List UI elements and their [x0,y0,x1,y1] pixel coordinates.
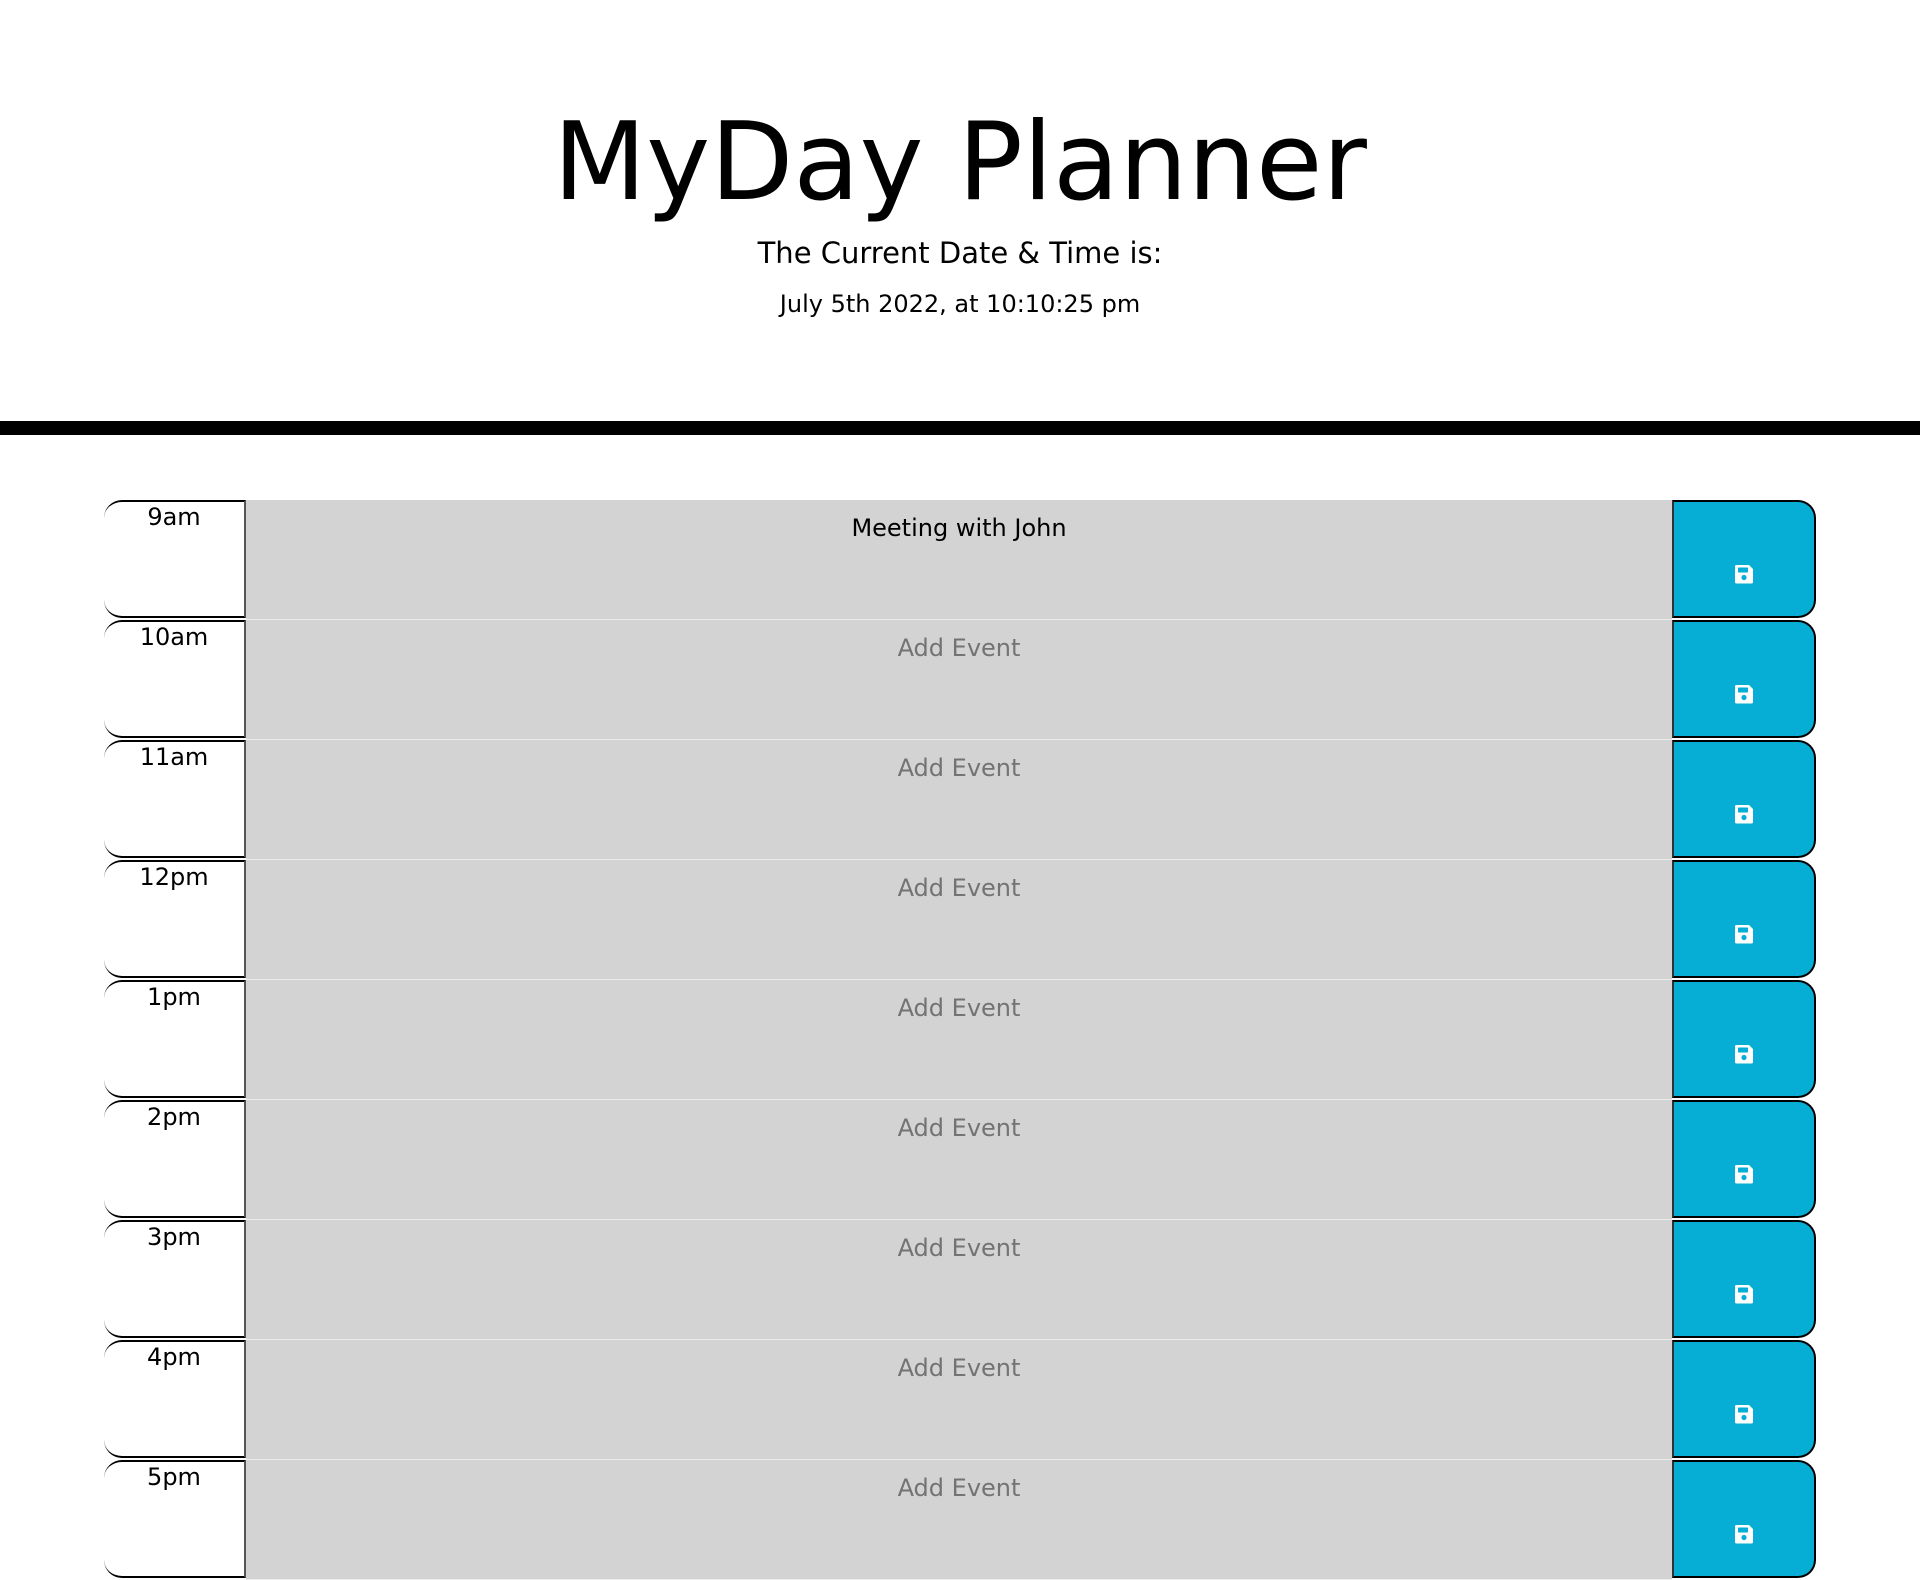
event-text: Meeting with John [851,514,1067,542]
hour-label: 9am [104,500,246,618]
save-button[interactable] [1672,1100,1816,1218]
event-placeholder: Add Event [897,1354,1021,1382]
hour-label: 3pm [104,1220,246,1338]
event-placeholder: Add Event [897,1114,1021,1142]
save-button[interactable] [1672,980,1816,1098]
current-datetime: July 5th 2022, at 10:10:25 pm [779,290,1141,318]
page-title: MyDay Planner [553,100,1367,225]
event-textarea[interactable]: Add Event [246,1100,1672,1220]
save-button[interactable] [1672,1220,1816,1338]
event-placeholder: Add Event [897,754,1021,782]
hour-label: 4pm [104,1340,246,1458]
datetime-label: The Current Date & Time is: [757,236,1163,270]
event-textarea[interactable]: Add Event [246,740,1672,860]
event-placeholder: Add Event [897,874,1021,902]
time-block-row: 3pm Add Event [104,1220,1816,1340]
save-icon [1735,685,1753,704]
hour-label: 1pm [104,980,246,1098]
save-button[interactable] [1672,500,1816,618]
save-icon [1735,805,1753,824]
save-icon [1735,1525,1753,1544]
event-textarea[interactable]: Add Event [246,1340,1672,1460]
event-placeholder: Add Event [897,1474,1021,1502]
header: MyDay Planner The Current Date & Time is… [0,0,1920,435]
time-block-row: 12pm Add Event [104,860,1816,980]
event-textarea[interactable]: Meeting with John [246,500,1672,620]
event-placeholder: Add Event [897,994,1021,1022]
time-block-row: 11am Add Event [104,740,1816,860]
hour-label: 12pm [104,860,246,978]
save-icon [1735,565,1753,584]
save-icon [1735,1405,1753,1424]
time-block-list: 9am Meeting with John 10am Add Event 11am Add… [104,500,1816,1580]
save-icon [1735,1285,1753,1304]
event-textarea[interactable]: Add Event [246,1460,1672,1580]
hour-label: 2pm [104,1100,246,1218]
time-block-row: 5pm Add Event [104,1460,1816,1580]
hour-label: 5pm [104,1460,246,1578]
save-button[interactable] [1672,1460,1816,1578]
hour-label: 10am [104,620,246,738]
event-textarea[interactable]: Add Event [246,1220,1672,1340]
event-placeholder: Add Event [897,1234,1021,1262]
time-block-row: 2pm Add Event [104,1100,1816,1220]
event-textarea[interactable]: Add Event [246,860,1672,980]
hour-label: 11am [104,740,246,858]
time-block-row: 1pm Add Event [104,980,1816,1100]
event-placeholder: Add Event [897,634,1021,662]
event-textarea[interactable]: Add Event [246,980,1672,1100]
save-button[interactable] [1672,620,1816,738]
save-button[interactable] [1672,1340,1816,1458]
event-textarea[interactable]: Add Event [246,620,1672,740]
time-block-row: 10am Add Event [104,620,1816,740]
time-block-row: 4pm Add Event [104,1340,1816,1460]
time-block-row: 9am Meeting with John [104,500,1816,620]
save-icon [1735,925,1753,944]
save-button[interactable] [1672,860,1816,978]
save-icon [1735,1045,1753,1064]
save-button[interactable] [1672,740,1816,858]
save-icon [1735,1165,1753,1184]
